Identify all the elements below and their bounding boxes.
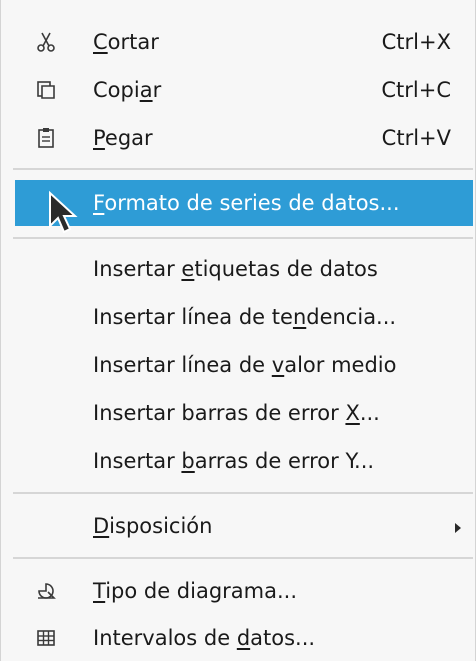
chevron-right-icon [455,523,461,533]
menu-item-label: Insertar etiquetas de datos [93,257,378,281]
menu-item-label: Insertar barras de error X... [93,401,380,425]
paste-icon [31,123,61,153]
menu-item-label: Copiar [93,78,162,102]
menu-item-label: Tipo de diagrama... [93,579,298,603]
menu-item-copiar[interactable]: Copiar Ctrl+C [1,67,475,113]
menu-item-label: Insertar línea de tendencia... [93,305,397,329]
scissors-icon [31,27,61,57]
table-grid-icon [31,623,61,653]
mouse-pointer-icon [46,190,80,240]
shortcut-label: Ctrl+V [381,126,451,150]
menu-separator [13,492,473,494]
copy-icon [31,75,61,105]
menu-item-label: Intervalos de datos... [93,626,316,650]
context-menu: Cortar Ctrl+X Copiar Ctrl+C Pegar Ctrl+V… [0,0,476,661]
menu-item-insertar-error-y[interactable]: Insertar barras de error Y... [1,438,475,484]
menu-item-formato-series[interactable]: Formato de series de datos... [15,180,473,226]
shortcut-label: Ctrl+X [381,30,451,54]
menu-separator [13,168,473,170]
menu-item-label: Disposición [93,514,213,538]
menu-item-label: Cortar [93,30,159,54]
menu-item-cortar[interactable]: Cortar Ctrl+X [1,19,475,65]
menu-item-label: Formato de series de datos... [93,191,400,215]
menu-item-insertar-valor-medio[interactable]: Insertar línea de valor medio [1,342,475,388]
menu-separator [13,557,473,559]
menu-item-intervalos-datos[interactable]: Intervalos de datos... [1,615,475,661]
menu-item-insertar-tendencia[interactable]: Insertar línea de tendencia... [1,294,475,340]
menu-item-tipo-diagrama[interactable]: Tipo de diagrama... [1,568,475,614]
menu-item-label: Pegar [93,126,153,150]
menu-separator [13,237,473,239]
menu-item-insertar-etiquetas[interactable]: Insertar etiquetas de datos [1,246,475,292]
menu-item-insertar-error-x[interactable]: Insertar barras de error X... [1,390,475,436]
menu-item-pegar[interactable]: Pegar Ctrl+V [1,115,475,161]
menu-item-disposicion[interactable]: Disposición [1,503,475,549]
menu-item-label: Insertar línea de valor medio [93,353,397,377]
chart-type-icon [31,576,61,606]
menu-item-label: Insertar barras de error Y... [93,449,375,473]
shortcut-label: Ctrl+C [381,78,451,102]
